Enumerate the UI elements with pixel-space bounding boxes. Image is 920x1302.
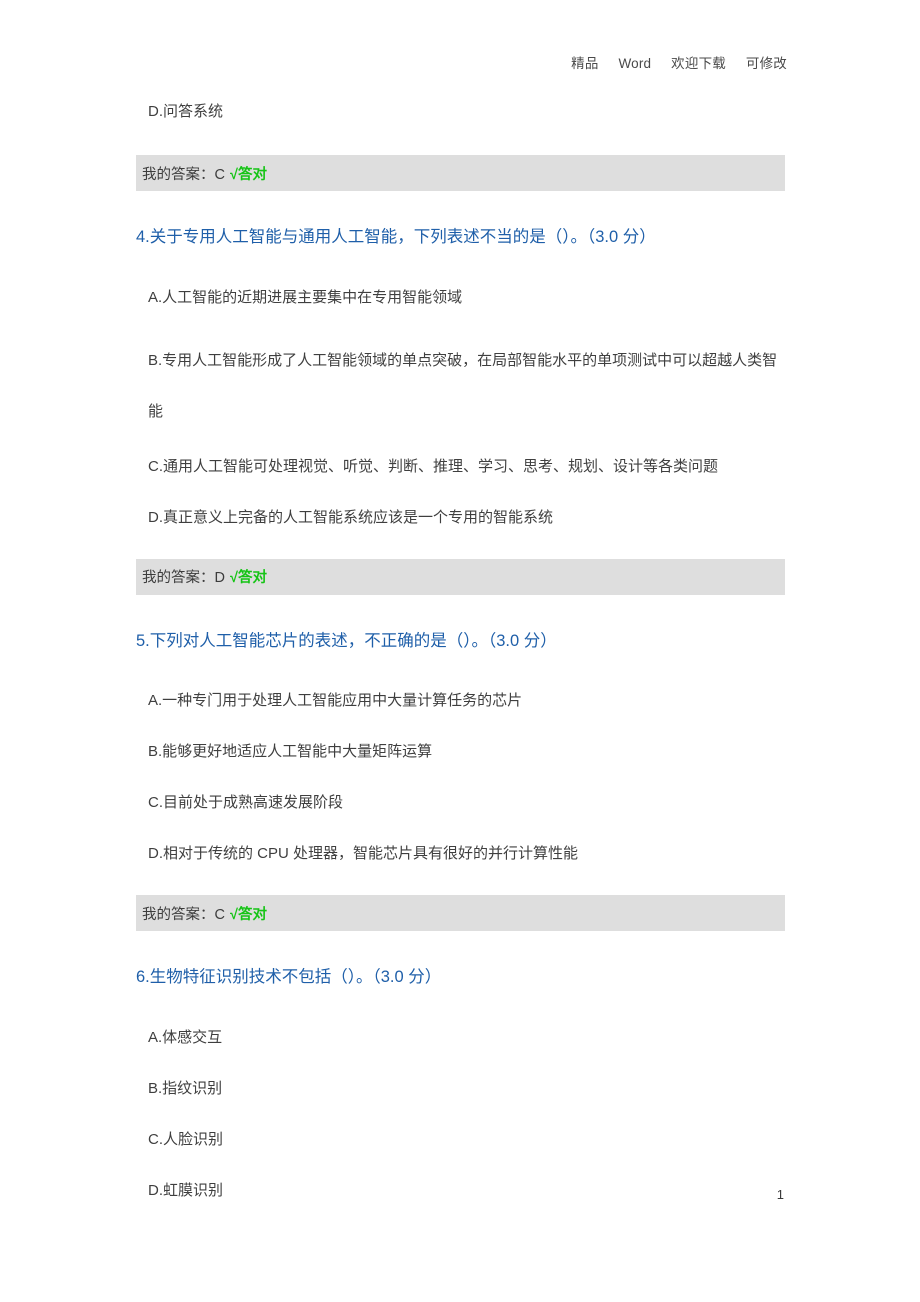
- question-title: 5.下列对人工智能芯片的表述，不正确的是（）。（3.0 分）: [136, 631, 557, 650]
- page-number: 1: [776, 1187, 784, 1202]
- option-item: C.人脸识别: [148, 1130, 224, 1148]
- answer-correct-mark: √答对: [229, 570, 267, 586]
- option-item: C.通用人工智能可处理视觉、听觉、判断、推理、学习、思考、规划、设计等各类问题: [148, 457, 719, 475]
- option-item: A.体感交互: [148, 1028, 223, 1046]
- answer-bar: 我的答案：C √答对: [136, 895, 785, 931]
- option-item: B.专用人工智能形成了人工智能领域的单点突破，在局部智能水平的单项测试中可以超越…: [148, 351, 778, 420]
- option-item: B.指纹识别: [148, 1079, 223, 1097]
- question-title: 6.生物特征识别技术不包括（）。（3.0 分）: [136, 968, 442, 986]
- answer-bar: 我的答案：D √答对: [136, 558, 785, 595]
- header-text-2: Word: [618, 56, 652, 71]
- option-item: A.人工智能的近期进展主要集中在专用智能领域: [148, 288, 463, 306]
- option-item: D.相对于传统的 CPU 处理器，智能芯片具有很好的并行计算性能: [148, 845, 579, 862]
- header-text-1: 精品: [571, 56, 599, 71]
- option-item: D.虹膜识别: [148, 1181, 224, 1199]
- option-item: A.一种专门用于处理人工智能应用中大量计算任务的芯片: [148, 692, 523, 709]
- option-item: C.目前处于成熟高速发展阶段: [148, 794, 344, 811]
- answer-label: 我的答案：D: [142, 570, 225, 586]
- option-item: B.能够更好地适应人工智能中大量矩阵运算: [148, 743, 433, 760]
- option-item: D.真正意义上完备的人工智能系统应该是一个专用的智能系统: [148, 508, 554, 526]
- answer-label: 我的答案：C: [142, 166, 225, 183]
- answer-correct-mark: √答对: [229, 906, 267, 923]
- answer-bar: 我的答案：C √答对: [136, 155, 785, 191]
- header-text-4: 可修改: [745, 56, 787, 71]
- document-page: 精品 Word 欢迎下载 可修改 D.问答系统 我的答案：C √答对 4.关于专…: [0, 0, 920, 1302]
- question-title: 4.关于专用人工智能与通用人工智能，下列表述不当的是（）。（3.0 分）: [136, 228, 656, 246]
- header-text-3: 欢迎下载: [671, 56, 726, 71]
- document-header: 精品 Word 欢迎下载 可修改: [571, 52, 787, 72]
- document-body: D.问答系统 我的答案：C √答对 4.关于专用人工智能与通用人工智能，下列表述…: [136, 104, 786, 1198]
- answer-label: 我的答案：C: [142, 906, 225, 923]
- answer-correct-mark: √答对: [229, 166, 267, 183]
- option-item: D.问答系统: [148, 103, 224, 120]
